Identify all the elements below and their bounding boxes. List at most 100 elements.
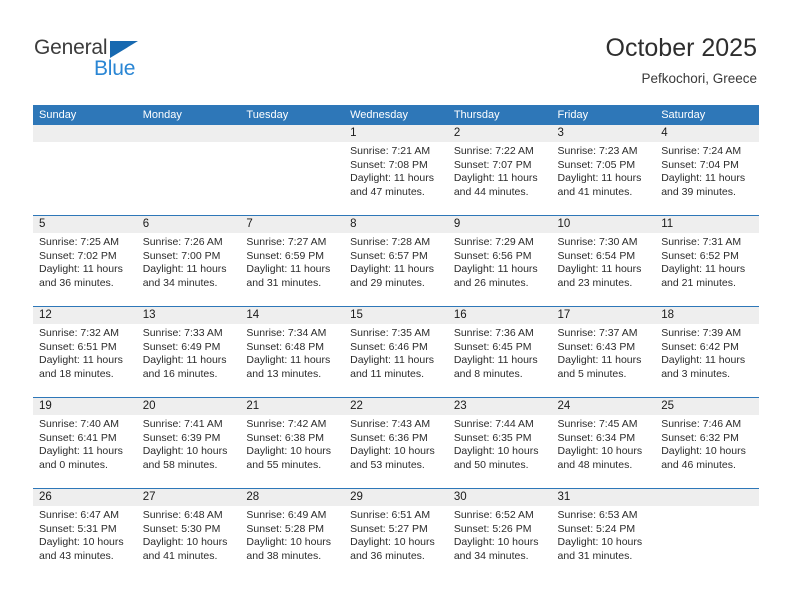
calendar-day-cell[interactable]: 28 Sunrise: 6:49 AM Sunset: 5:28 PM Dayligh… bbox=[240, 488, 345, 579]
day-cell-details: Sunrise: 7:32 AM Sunset: 6:51 PM Daylight:… bbox=[33, 324, 137, 381]
calendar-day-cell[interactable]: 2 Sunrise: 7:22 AM Sunset: 7:07 PM Daylight… bbox=[447, 125, 552, 216]
daylight-text-line-2: and 34 minutes. bbox=[142, 276, 218, 289]
daylight-text-line-1: Daylight: 10 hours bbox=[142, 536, 228, 549]
daylight-text-line-1: Daylight: 10 hours bbox=[39, 536, 124, 549]
daylight-text-line-2: and 47 minutes. bbox=[350, 185, 425, 198]
calendar-day-cell[interactable]: 5 Sunrise: 7:25 AM Sunset: 7:02 PM Daylight… bbox=[33, 215, 137, 307]
sunrise-text: Sunrise: 7:41 AM bbox=[142, 418, 223, 430]
day-cell-inner: 28 Sunrise: 6:49 AM Sunset: 5:28 PM Dayligh… bbox=[240, 489, 345, 579]
calendar-day-cell[interactable]: 29 Sunrise: 6:51 AM Sunset: 5:27 PM Dayligh… bbox=[344, 488, 448, 579]
day-cell-inner: 11 Sunrise: 7:31 AM Sunset: 6:52 PM Dayligh… bbox=[655, 216, 759, 306]
sunrise-text: Sunrise: 6:47 AM bbox=[39, 509, 119, 521]
day-header-monday: Monday bbox=[136, 105, 241, 125]
daylight-text-line-1: Daylight: 11 hours bbox=[661, 354, 746, 367]
daylight-text-line-2: and 3 minutes. bbox=[661, 367, 731, 380]
daylight-text-line-2: and 13 minutes. bbox=[246, 367, 322, 380]
day-number: 9 bbox=[447, 216, 552, 233]
calendar-day-cell[interactable]: 12 Sunrise: 7:32 AM Sunset: 6:51 PM Dayligh… bbox=[33, 306, 137, 398]
calendar-day-cell[interactable]: 23 Sunrise: 7:44 AM Sunset: 6:35 PM Dayligh… bbox=[447, 397, 552, 489]
calendar-day-cell[interactable]: 10 Sunrise: 7:30 AM Sunset: 6:54 PM Dayligh… bbox=[551, 215, 656, 307]
sunrise-text: Sunrise: 7:31 AM bbox=[661, 236, 742, 248]
calendar-day-cell[interactable]: 27 Sunrise: 6:48 AM Sunset: 5:30 PM Dayligh… bbox=[136, 488, 241, 579]
day-number: 8 bbox=[344, 216, 448, 233]
calendar-day-cell[interactable]: 1 Sunrise: 7:21 AM Sunset: 7:08 PM Daylight… bbox=[344, 125, 448, 216]
calendar-day-cell[interactable]: 22 Sunrise: 7:43 AM Sunset: 6:36 PM Dayligh… bbox=[344, 397, 448, 489]
day-number: 5 bbox=[33, 216, 137, 233]
daylight-text-line-2: and 21 minutes. bbox=[661, 276, 736, 289]
calendar-day-cell[interactable]: 6 Sunrise: 7:26 AM Sunset: 7:00 PM Daylight… bbox=[136, 215, 241, 307]
calendar-day-cell[interactable]: 3 Sunrise: 7:23 AM Sunset: 7:05 PM Daylight… bbox=[551, 125, 656, 216]
sunrise-text: Sunrise: 6:51 AM bbox=[350, 509, 431, 521]
sunrise-text: Sunrise: 6:53 AM bbox=[557, 509, 638, 521]
day-number bbox=[33, 125, 137, 142]
day-number: 25 bbox=[655, 398, 759, 415]
sunrise-text: Sunrise: 7:34 AM bbox=[246, 327, 327, 339]
daylight-text-line-2: and 48 minutes. bbox=[557, 458, 633, 471]
calendar-day-cell[interactable]: 18 Sunrise: 7:39 AM Sunset: 6:42 PM Dayligh… bbox=[655, 306, 759, 398]
calendar-day-cell-empty bbox=[240, 125, 345, 216]
sunset-text: Sunset: 6:48 PM bbox=[246, 340, 325, 353]
day-number: 14 bbox=[240, 307, 345, 324]
calendar-week-row: 5 Sunrise: 7:25 AM Sunset: 7:02 PM Daylight… bbox=[33, 215, 759, 307]
daylight-text-line-1: Daylight: 11 hours bbox=[142, 354, 227, 367]
daylight-text-line-1: Daylight: 11 hours bbox=[557, 354, 642, 367]
calendar-day-cell[interactable]: 31 Sunrise: 6:53 AM Sunset: 5:24 PM Dayligh… bbox=[551, 488, 656, 579]
daylight-text-line-1: Daylight: 10 hours bbox=[142, 445, 228, 458]
daylight-text-line-1: Daylight: 10 hours bbox=[557, 445, 643, 458]
daylight-text-line-1: Daylight: 10 hours bbox=[246, 536, 332, 549]
sunset-text: Sunset: 6:36 PM bbox=[350, 431, 428, 444]
calendar-day-cell[interactable]: 25 Sunrise: 7:46 AM Sunset: 6:32 PM Dayligh… bbox=[655, 397, 759, 489]
calendar-day-cell[interactable]: 9 Sunrise: 7:29 AM Sunset: 6:56 PM Daylight… bbox=[447, 215, 552, 307]
daylight-text-line-1: Daylight: 11 hours bbox=[39, 354, 123, 367]
sunrise-text: Sunrise: 7:22 AM bbox=[453, 145, 534, 157]
day-cell-inner: 4 Sunrise: 7:24 AM Sunset: 7:04 PM Daylight… bbox=[655, 125, 759, 215]
calendar-day-cell[interactable]: 15 Sunrise: 7:35 AM Sunset: 6:46 PM Dayligh… bbox=[344, 306, 448, 398]
day-number: 22 bbox=[344, 398, 448, 415]
calendar-day-cell[interactable]: 20 Sunrise: 7:41 AM Sunset: 6:39 PM Dayligh… bbox=[136, 397, 241, 489]
day-cell-details: Sunrise: 7:25 AM Sunset: 7:02 PM Daylight:… bbox=[33, 233, 137, 290]
daylight-text-line-1: Daylight: 10 hours bbox=[350, 445, 435, 458]
calendar-week-row: 19 Sunrise: 7:40 AM Sunset: 6:41 PM Dayligh… bbox=[33, 397, 759, 489]
daylight-text-line-1: Daylight: 10 hours bbox=[246, 445, 332, 458]
daylight-text-line-2: and 18 minutes. bbox=[39, 367, 114, 380]
day-number: 24 bbox=[551, 398, 656, 415]
day-header-thursday: Thursday bbox=[447, 105, 552, 125]
sunrise-text: Sunrise: 7:42 AM bbox=[246, 418, 327, 430]
calendar-day-cell[interactable]: 26 Sunrise: 6:47 AM Sunset: 5:31 PM Dayligh… bbox=[33, 488, 137, 579]
sunset-text: Sunset: 6:59 PM bbox=[246, 249, 325, 262]
day-cell-details: Sunrise: 7:44 AM Sunset: 6:35 PM Daylight:… bbox=[448, 415, 552, 472]
calendar-day-cell[interactable]: 30 Sunrise: 6:52 AM Sunset: 5:26 PM Dayligh… bbox=[447, 488, 552, 579]
calendar-day-cell[interactable]: 8 Sunrise: 7:28 AM Sunset: 6:57 PM Daylight… bbox=[344, 215, 448, 307]
day-cell-inner: 2 Sunrise: 7:22 AM Sunset: 7:07 PM Daylight… bbox=[447, 125, 552, 215]
daylight-text-line-1: Daylight: 11 hours bbox=[661, 172, 746, 185]
daylight-text-line-1: Daylight: 11 hours bbox=[39, 445, 123, 458]
daylight-text-line-1: Daylight: 11 hours bbox=[39, 263, 123, 276]
sunset-text: Sunset: 5:28 PM bbox=[246, 522, 325, 535]
day-cell-details: Sunrise: 7:33 AM Sunset: 6:49 PM Daylight:… bbox=[137, 324, 241, 381]
general-blue-logo: General Blue bbox=[34, 36, 234, 88]
day-number bbox=[655, 489, 759, 506]
calendar-day-cell[interactable]: 4 Sunrise: 7:24 AM Sunset: 7:04 PM Daylight… bbox=[655, 125, 759, 216]
calendar-day-cell[interactable]: 16 Sunrise: 7:36 AM Sunset: 6:45 PM Dayligh… bbox=[447, 306, 552, 398]
day-cell-details: Sunrise: 7:29 AM Sunset: 6:56 PM Daylight:… bbox=[448, 233, 552, 290]
day-number: 12 bbox=[33, 307, 137, 324]
calendar-day-cell[interactable]: 13 Sunrise: 7:33 AM Sunset: 6:49 PM Dayligh… bbox=[136, 306, 241, 398]
calendar-day-cell[interactable]: 7 Sunrise: 7:27 AM Sunset: 6:59 PM Daylight… bbox=[240, 215, 345, 307]
calendar-day-cell[interactable]: 19 Sunrise: 7:40 AM Sunset: 6:41 PM Dayligh… bbox=[33, 397, 137, 489]
day-number: 7 bbox=[240, 216, 345, 233]
sunrise-text: Sunrise: 7:24 AM bbox=[661, 145, 742, 157]
sunset-text: Sunset: 6:32 PM bbox=[661, 431, 739, 444]
calendar-day-cell[interactable]: 14 Sunrise: 7:34 AM Sunset: 6:48 PM Dayligh… bbox=[240, 306, 345, 398]
day-header-tuesday: Tuesday bbox=[240, 105, 345, 125]
calendar-day-cell[interactable]: 11 Sunrise: 7:31 AM Sunset: 6:52 PM Dayligh… bbox=[655, 215, 759, 307]
daylight-text-line-2: and 31 minutes. bbox=[557, 549, 633, 562]
daylight-text-line-1: Daylight: 11 hours bbox=[350, 354, 434, 367]
day-number: 27 bbox=[136, 489, 241, 506]
daylight-text-line-2: and 41 minutes. bbox=[557, 185, 633, 198]
calendar-day-cell[interactable]: 24 Sunrise: 7:45 AM Sunset: 6:34 PM Dayligh… bbox=[551, 397, 656, 489]
daylight-text-line-2: and 0 minutes. bbox=[39, 458, 108, 471]
sunrise-sunset-calendar-table: Sunday Monday Tuesday Wednesday Thursday… bbox=[33, 105, 759, 579]
calendar-day-cell[interactable]: 17 Sunrise: 7:37 AM Sunset: 6:43 PM Dayligh… bbox=[551, 306, 656, 398]
sunrise-text: Sunrise: 7:28 AM bbox=[350, 236, 431, 248]
calendar-day-cell[interactable]: 21 Sunrise: 7:42 AM Sunset: 6:38 PM Dayligh… bbox=[240, 397, 345, 489]
